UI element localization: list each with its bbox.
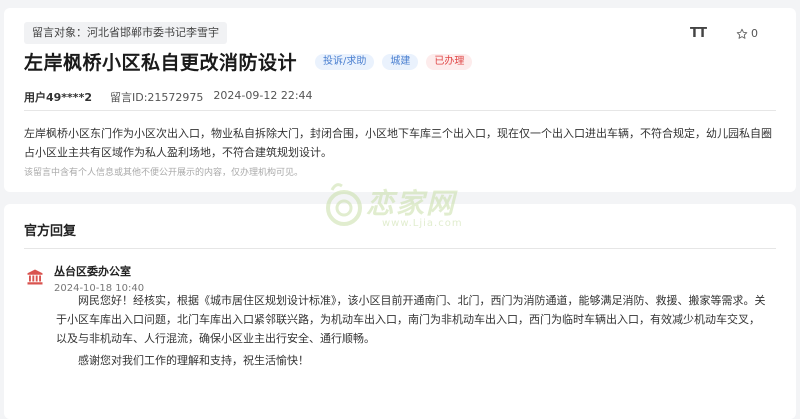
favorite-button[interactable]: 0 [736, 27, 758, 40]
status-badge: 已办理 [426, 53, 473, 70]
site-watermark: 恋家网 www.Ljia.com [322, 180, 472, 236]
message-card: 留言对象：河北省邯郸市委书记李雪宇 左岸枫桥小区私自更改消防设计 投诉/求助 城… [4, 8, 796, 192]
reply-paragraph: 感谢您对我们工作的理解和支持，祝生活愉快！ [78, 354, 309, 367]
privacy-notice: 该留言中含有个人信息或其他不便公开展示的内容，仅办理机构可见。 [24, 168, 304, 178]
font-size-icon[interactable]: TT [690, 26, 707, 41]
government-building-icon [27, 269, 43, 285]
watermark-text: 恋家网 [366, 187, 457, 220]
reply-org-name: 丛台区委办公室 [54, 265, 131, 278]
tag-category[interactable]: 投诉/求助 [315, 53, 375, 70]
title-row: 左岸枫桥小区私自更改消防设计 投诉/求助 城建 已办理 [24, 48, 473, 75]
message-target: 留言对象：河北省邯郸市委书记李雪宇 [24, 22, 227, 44]
divider [24, 110, 776, 111]
watermark-url: www.Ljia.com [382, 218, 463, 229]
reply-content: 网民您好！经核实，根据《城市居住区规划设计标准》，该小区目前开通南门、北门，西门… [56, 291, 770, 370]
reply-card: 官方回复 丛台区委办公室 2024-10-18 10:40 网民您好！经核实，根… [4, 204, 796, 419]
top-actions: TT 0 [690, 26, 758, 41]
page-title: 左岸枫桥小区私自更改消防设计 [24, 52, 298, 74]
divider [24, 248, 776, 249]
message-content: 左岸枫桥小区东门作为小区次出入口，物业私自拆除大门，封闭合围，小区地下车库三个出… [24, 127, 772, 159]
tag-field[interactable]: 城建 [382, 53, 419, 70]
favorite-count: 0 [751, 27, 758, 40]
reply-paragraph: 网民您好！经核实，根据《城市居住区规划设计标准》，该小区目前开通南门、北门，西门… [56, 294, 766, 345]
message-id: 留言ID:21572975 [109, 91, 204, 104]
meta-row: 用户49****2 留言ID:21572975 2024-09-12 22:44 [24, 89, 313, 105]
star-icon [736, 28, 748, 39]
snail-logo-icon [326, 183, 362, 226]
message-datetime: 2024-09-12 22:44 [213, 89, 313, 102]
reply-section-title: 官方回复 [24, 224, 77, 239]
user-name: 用户49****2 [24, 91, 92, 104]
